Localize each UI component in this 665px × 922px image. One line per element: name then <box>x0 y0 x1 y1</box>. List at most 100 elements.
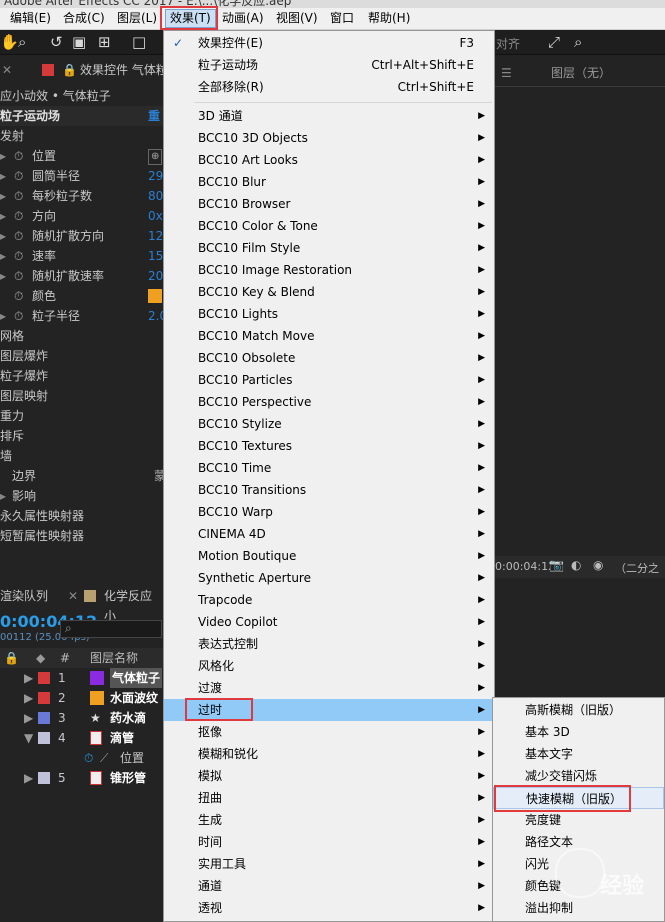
menu-item-category[interactable]: BCC10 Match Move ▶ <box>164 325 494 347</box>
menu-layer[interactable]: 图层(L) <box>113 10 161 27</box>
prop-influence[interactable]: ▸ 影响 <box>0 486 163 506</box>
menu-item-top-2[interactable]: 全部移除(R) Ctrl+Shift+E <box>164 76 494 98</box>
snapshot-icon[interactable]: 📷 <box>549 558 564 572</box>
pan-behind-tool-icon[interactable]: ⊞ <box>98 34 111 50</box>
prop-position[interactable]: ▸ ⏱ 位置 ⊕ <box>0 146 163 166</box>
color-swatch[interactable] <box>148 289 162 303</box>
menu-animation[interactable]: 动画(A) <box>218 10 268 27</box>
submenu-item[interactable]: 基本文字 <box>493 743 664 765</box>
menu-item-category[interactable]: BCC10 Obsolete ▶ <box>164 347 494 369</box>
menu-help[interactable]: 帮助(H) <box>364 10 414 27</box>
menu-item-category[interactable]: CINEMA 4D ▶ <box>164 523 494 545</box>
prop-border[interactable]: 边界 蒙 <box>0 466 166 486</box>
menu-item-category[interactable]: 实用工具 ▶ <box>164 853 494 875</box>
menu-item-category[interactable]: 抠像 ▶ <box>164 721 494 743</box>
zoom-tool-icon[interactable]: ⌕ <box>18 34 26 50</box>
submenu-item[interactable]: 基本 3D <box>493 721 664 743</box>
menu-item-category[interactable]: BCC10 Time ▶ <box>164 457 494 479</box>
section-layer-map[interactable]: 图层映射 <box>0 386 163 406</box>
show-snapshot-icon[interactable]: ◐ <box>571 558 581 572</box>
menu-item-category[interactable]: 风格化 ▶ <box>164 655 494 677</box>
effect-header[interactable]: 粒子运动场 重 <box>0 106 163 126</box>
menu-item-category[interactable]: Trapcode ▶ <box>164 589 494 611</box>
section-emit[interactable]: 发射 <box>0 126 163 146</box>
lock-icon[interactable]: 🔒 <box>62 60 77 80</box>
menu-item-category[interactable]: BCC10 Textures ▶ <box>164 435 494 457</box>
menu-item-category[interactable]: 表达式控制 ▶ <box>164 633 494 655</box>
menu-item-category[interactable]: BCC10 Color & Tone ▶ <box>164 215 494 237</box>
submenu-item[interactable]: 溢出抑制 <box>493 897 664 919</box>
submenu-item[interactable]: 快速模糊（旧版） <box>493 787 664 809</box>
prop-velocity[interactable]: ▸ ⏱ 速率 15 <box>0 246 163 266</box>
prop-random-spread-velocity[interactable]: ▸ ⏱ 随机扩散速率 20 <box>0 266 163 286</box>
menu-item-category[interactable]: Synthetic Aperture ▶ <box>164 567 494 589</box>
prop-direction[interactable]: ▸ ⏱ 方向 0x <box>0 206 163 226</box>
position-target-icon[interactable]: ⊕ <box>148 149 163 165</box>
table-row[interactable]: ▶ 2 水面波纹 <box>0 688 163 708</box>
menu-item-category[interactable]: BCC10 Stylize ▶ <box>164 413 494 435</box>
menu-item-category[interactable]: BCC10 Transitions ▶ <box>164 479 494 501</box>
menu-edit[interactable]: 编辑(E) <box>6 10 55 27</box>
menu-item-category[interactable]: Video Copilot ▶ <box>164 611 494 633</box>
close-icon[interactable]: ✕ <box>2 60 12 80</box>
menu-item-category[interactable]: 生成 ▶ <box>164 809 494 831</box>
effect-controls-tab[interactable]: ✕ 🔒 效果控件 气体粒 <box>0 60 168 80</box>
prop-color[interactable]: ⏱ 颜色 <box>0 286 163 306</box>
menu-window[interactable]: 窗口 <box>326 10 358 27</box>
menu-item-category[interactable]: 扭曲 ▶ <box>164 787 494 809</box>
menu-item-category[interactable]: 过渡 ▶ <box>164 677 494 699</box>
menu-item-category[interactable]: BCC10 Film Style ▶ <box>164 237 494 259</box>
timeline-search-input[interactable]: ⌕ <box>60 620 162 638</box>
menu-item-category[interactable]: 模拟 ▶ <box>164 765 494 787</box>
rotate-tool-icon[interactable]: ↺ <box>50 34 63 50</box>
menu-item-category[interactable]: BCC10 Warp ▶ <box>164 501 494 523</box>
section-ephemeral-property-mapper[interactable]: 短暂属性映射器 <box>0 526 163 546</box>
tab-render-queue[interactable]: 渲染队列 <box>0 586 48 606</box>
submenu-item[interactable]: 亮度键 <box>493 809 664 831</box>
label-icon[interactable]: ◆ <box>36 648 45 668</box>
menu-item-category[interactable]: BCC10 Art Looks ▶ <box>164 149 494 171</box>
camera-tool-icon[interactable]: ▣ <box>72 34 86 50</box>
rectangle-tool-icon[interactable]: □ <box>132 34 146 50</box>
menu-item-category[interactable]: 通道 ▶ <box>164 875 494 897</box>
table-row[interactable]: ▶ 1 气体粒子 <box>0 668 163 688</box>
prop-particle-radius[interactable]: ▸ ⏱ 粒子半径 2.0 <box>0 306 167 326</box>
align-label[interactable]: 对齐 <box>496 35 520 52</box>
menu-item-category[interactable]: BCC10 Particles ▶ <box>164 369 494 391</box>
menu-item-category[interactable]: 3D 通道 ▶ <box>164 105 494 127</box>
expand-icon[interactable]: ⤢ <box>548 34 560 50</box>
menu-item-top-0[interactable]: ✓ 效果控件(E) F3 <box>164 32 494 54</box>
prop-particles-per-second[interactable]: ▸ ⏱ 每秒粒子数 80 <box>0 186 163 206</box>
table-row[interactable]: ▶ 5 锥形管 <box>0 768 163 788</box>
menu-item-category[interactable]: BCC10 Blur ▶ <box>164 171 494 193</box>
reset-link[interactable]: 重 <box>148 106 160 126</box>
menu-item-category[interactable]: BCC10 Perspective ▶ <box>164 391 494 413</box>
layer-panel-label[interactable]: 图层（无） <box>551 64 611 81</box>
prop-random-spread-direction[interactable]: ▸ ⏱ 随机扩散方向 12 <box>0 226 163 246</box>
menu-item-category[interactable]: BCC10 3D Objects ▶ <box>164 127 494 149</box>
submenu-item[interactable]: 减少交错闪烁 <box>493 765 664 787</box>
search-help-icon[interactable]: ⌕ <box>574 34 582 50</box>
col-layer-name[interactable]: 图层名称 <box>90 648 138 668</box>
section-layer-exploder[interactable]: 图层爆炸 <box>0 346 163 366</box>
menu-item-category[interactable]: BCC10 Lights ▶ <box>164 303 494 325</box>
menu-item-category[interactable]: BCC10 Browser ▶ <box>164 193 494 215</box>
menu-view[interactable]: 视图(V) <box>272 10 322 27</box>
panel-menu-icon[interactable]: ☰ <box>501 66 512 80</box>
prop-cylinder-radius[interactable]: ▸ ⏱ 圆筒半径 29 <box>0 166 163 186</box>
menu-effect[interactable]: 效果(T) <box>165 9 216 28</box>
color-channels-icon[interactable]: ◉ <box>593 558 603 572</box>
menu-item-category[interactable]: 时间 ▶ <box>164 831 494 853</box>
menu-item-category[interactable]: 模糊和锐化 ▶ <box>164 743 494 765</box>
hand-tool-icon[interactable]: ✋ <box>0 34 19 50</box>
close-icon[interactable]: ✕ <box>68 586 78 606</box>
menu-item-category[interactable]: 透视 ▶ <box>164 897 494 919</box>
menu-composition[interactable]: 合成(C) <box>59 10 109 27</box>
menu-item-category[interactable]: Motion Boutique ▶ <box>164 545 494 567</box>
table-row[interactable]: ▶ 3 ★ 药水滴 <box>0 708 163 728</box>
section-gravity[interactable]: 重力 <box>0 406 163 426</box>
submenu-item[interactable]: 高斯模糊（旧版） <box>493 699 664 721</box>
menu-item-category[interactable]: BCC10 Image Restoration ▶ <box>164 259 494 281</box>
menu-item-top-1[interactable]: 粒子运动场 Ctrl+Alt+Shift+E <box>164 54 494 76</box>
table-row[interactable]: ▼ 4 滴管 <box>0 728 163 748</box>
